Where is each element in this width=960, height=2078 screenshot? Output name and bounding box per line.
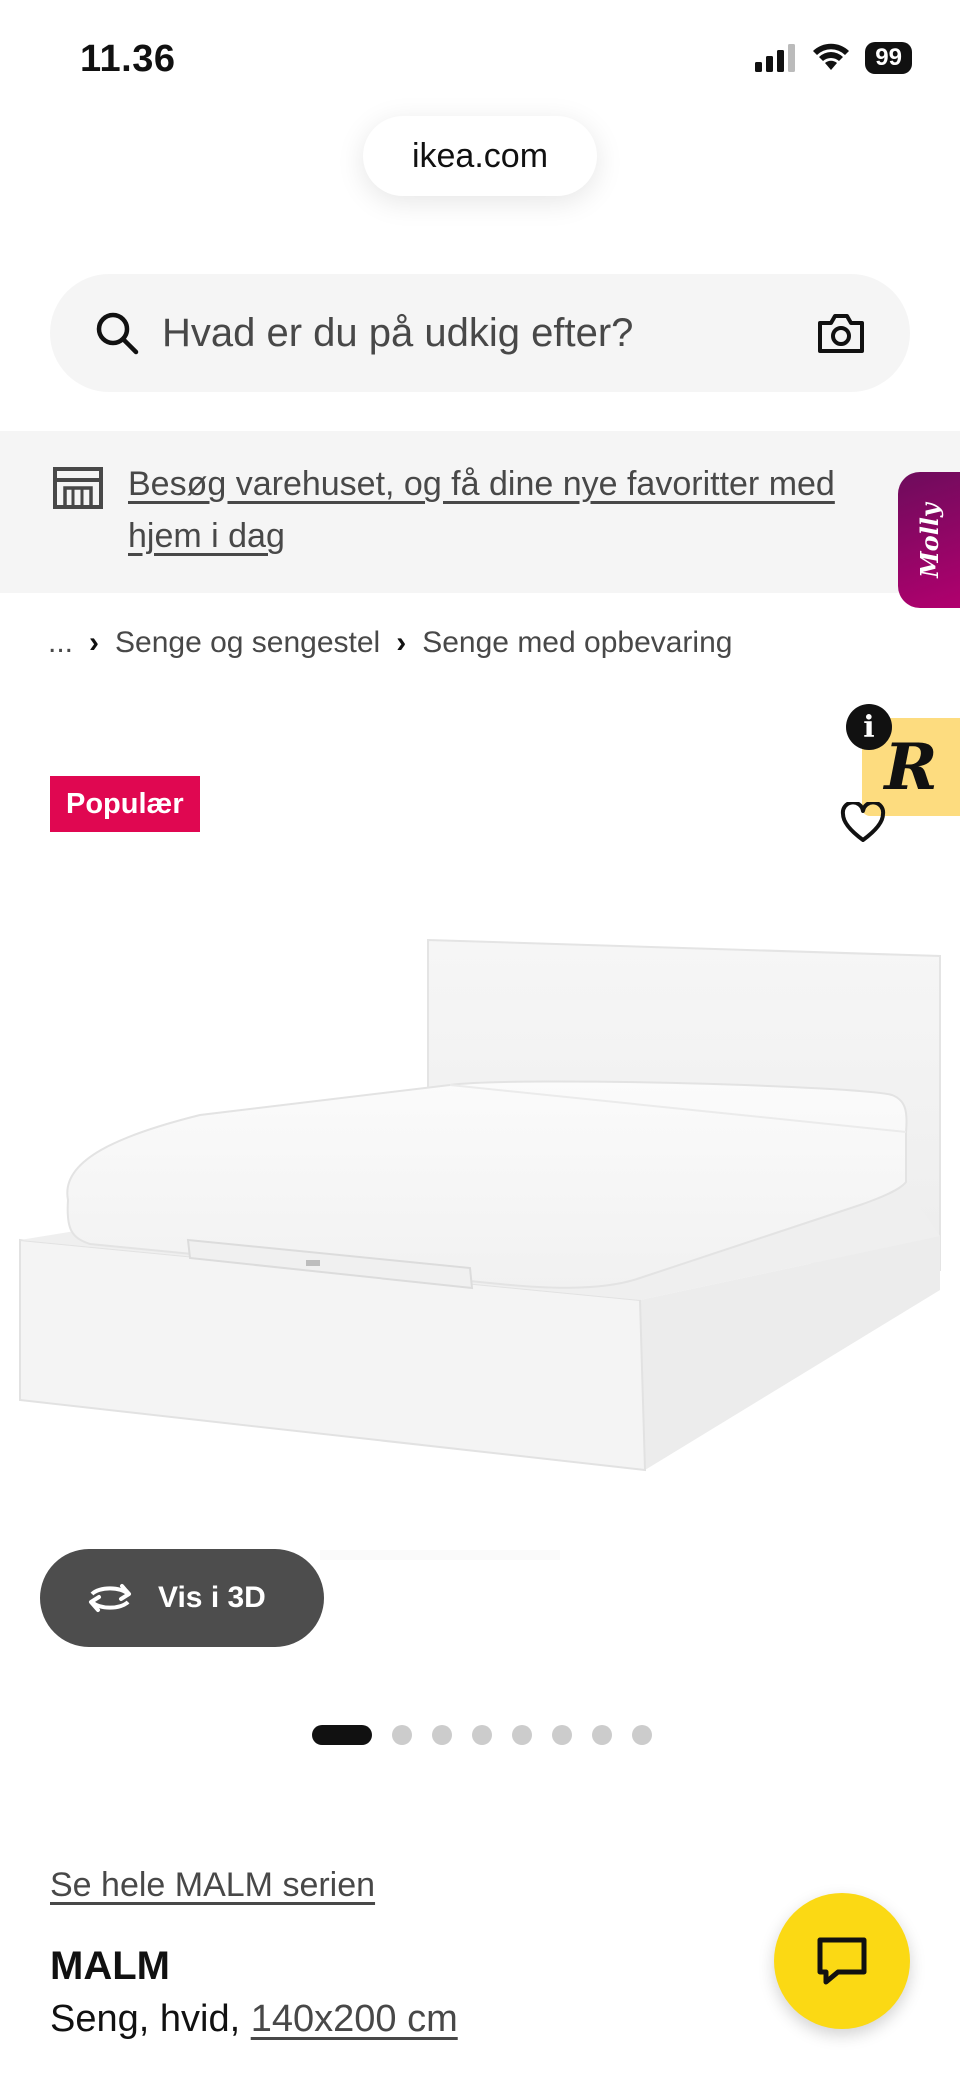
pager-dot-8[interactable] xyxy=(632,1725,652,1745)
search-icon[interactable] xyxy=(94,310,140,356)
battery-indicator: 99 xyxy=(865,42,912,74)
search-input[interactable] xyxy=(162,310,816,356)
product-name: MALM xyxy=(50,1944,170,1988)
camera-icon[interactable] xyxy=(816,311,866,355)
rotate-3d-icon xyxy=(89,1584,131,1612)
pager-dot-1[interactable] xyxy=(312,1725,372,1745)
status-time: 11.36 xyxy=(80,38,176,80)
pager-dot-6[interactable] xyxy=(552,1725,572,1745)
image-pager[interactable] xyxy=(312,1725,652,1745)
status-bar: 11.36 99 xyxy=(0,0,960,110)
popular-badge: Populær xyxy=(50,776,200,832)
view-3d-button[interactable]: Vis i 3D xyxy=(40,1549,324,1647)
product-description: Seng, hvid, 140x200 cm xyxy=(50,1998,458,2041)
size-link[interactable]: 140x200 cm xyxy=(251,1998,458,2040)
product-type: Seng, hvid, xyxy=(50,1998,241,2040)
chat-icon xyxy=(817,1937,867,1985)
pager-dot-5[interactable] xyxy=(512,1725,532,1745)
molly-side-tab[interactable]: Molly xyxy=(898,472,960,608)
chevron-right-icon: › xyxy=(89,626,100,659)
url-bar[interactable]: ikea.com xyxy=(363,116,597,196)
pager-dot-7[interactable] xyxy=(592,1725,612,1745)
view-3d-label: Vis i 3D xyxy=(158,1581,266,1614)
heart-icon[interactable] xyxy=(840,802,886,844)
breadcrumb-item-beds[interactable]: Senge og sengestel xyxy=(115,626,380,660)
chat-button[interactable] xyxy=(774,1893,910,2029)
rakuten-logo: R xyxy=(884,729,938,805)
breadcrumb-item-storage-beds[interactable]: Senge med opbevaring xyxy=(422,626,732,660)
series-link[interactable]: Se hele MALM serien xyxy=(50,1866,375,1905)
chevron-right-icon: › xyxy=(396,626,407,659)
store-icon xyxy=(53,467,103,509)
wifi-icon xyxy=(813,43,850,70)
pager-dot-2[interactable] xyxy=(392,1725,412,1745)
signal-icon xyxy=(755,44,796,72)
breadcrumb: ... › Senge og sengestel › Senge med opb… xyxy=(48,626,732,660)
breadcrumb-ellipsis[interactable]: ... xyxy=(48,626,73,660)
search-bar[interactable] xyxy=(50,274,910,392)
pager-dot-4[interactable] xyxy=(472,1725,492,1745)
molly-label: Molly xyxy=(914,502,944,578)
product-image[interactable] xyxy=(0,900,960,1560)
status-indicators: 99 xyxy=(755,42,912,74)
pager-dot-3[interactable] xyxy=(432,1725,452,1745)
info-icon[interactable]: i xyxy=(846,704,892,750)
store-visit-link[interactable]: Besøg varehuset, og få dine nye favoritt… xyxy=(128,458,898,562)
